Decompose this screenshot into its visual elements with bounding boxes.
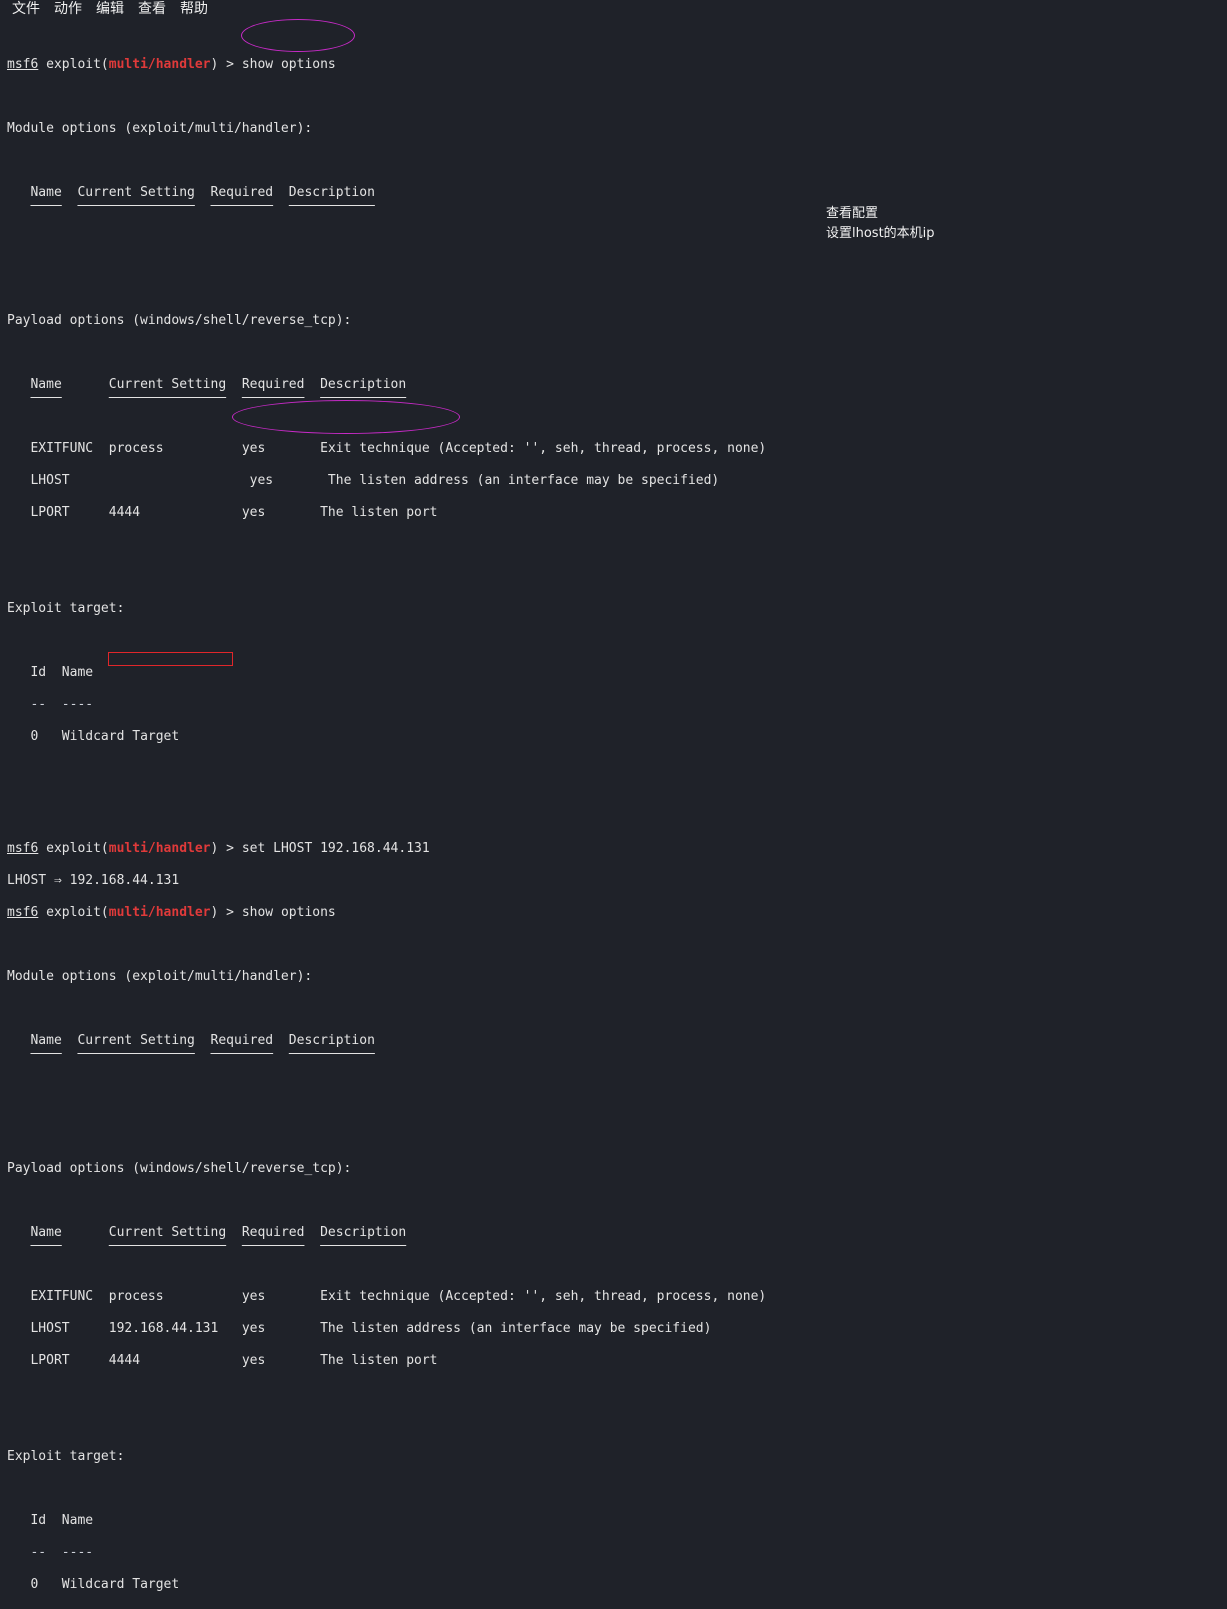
table-row: LPORT 4444 yes The listen port — [30, 505, 438, 520]
target-separator-row: -- ---- — [30, 697, 94, 712]
menu-file[interactable]: 文件 — [12, 0, 40, 18]
annotation-note-view-config: 查看配置 — [826, 206, 879, 221]
terminal-output[interactable]: msf6 exploit(multi/handler) > show optio… — [7, 25, 766, 1609]
payload-header-row: Name Current Setting Required Descriptio… — [30, 377, 407, 392]
section-title: Payload options (windows/shell/reverse_t… — [7, 313, 352, 328]
target-row: 0 Wildcard Target — [30, 729, 180, 744]
table-row: LPORT 4444 yes The listen port — [30, 1353, 438, 1368]
target-header-row: Id Name — [30, 1513, 94, 1528]
table-row: EXITFUNC process yes Exit technique (Acc… — [30, 1289, 767, 1304]
table-row: LHOST yes The listen address (an interfa… — [30, 473, 720, 488]
menu-view[interactable]: 查看 — [138, 0, 166, 18]
payload-header-row: Name Current Setting Required Descriptio… — [30, 1225, 407, 1240]
prompt-line: msf6 exploit(multi/handler) > show optio… — [7, 905, 336, 920]
annotation-oval-set-lhost — [232, 400, 460, 434]
module-header-row: Name Current Setting Required Descriptio… — [30, 185, 375, 200]
menu-edit[interactable]: 编辑 — [96, 0, 124, 18]
table-row: EXITFUNC process yes Exit technique (Acc… — [30, 441, 767, 456]
target-header-row: Id Name — [30, 665, 94, 680]
prompt-line: msf6 exploit(multi/handler) > set LHOST … — [7, 841, 430, 856]
menu-help[interactable]: 帮助 — [180, 0, 208, 18]
menu-bar: 文件 动作 编辑 查看 帮助 — [0, 0, 1227, 18]
module-header-row: Name Current Setting Required Descriptio… — [30, 1033, 375, 1048]
annotation-oval-show-options — [241, 19, 355, 52]
section-title: Module options (exploit/multi/handler): — [7, 969, 313, 984]
section-title: Exploit target: — [7, 1449, 125, 1464]
section-title: Exploit target: — [7, 601, 125, 616]
menu-action[interactable]: 动作 — [54, 0, 82, 18]
target-row: 0 Wildcard Target — [30, 1577, 180, 1592]
target-separator-row: -- ---- — [30, 1545, 94, 1560]
command-text: show options — [241, 905, 336, 920]
section-title: Module options (exploit/multi/handler): — [7, 121, 313, 136]
command-text: set LHOST 192.168.44.131 — [241, 841, 430, 856]
section-title: Payload options (windows/shell/reverse_t… — [7, 1161, 352, 1176]
annotation-rect-lhost-value — [108, 652, 233, 666]
command-result: LHOST ⇒ 192.168.44.131 — [7, 873, 180, 888]
table-row: LHOST 192.168.44.131 yes The listen addr… — [30, 1321, 712, 1336]
prompt-line: msf6 exploit(multi/handler) > show optio… — [7, 57, 336, 72]
command-text: show options — [241, 57, 336, 72]
annotation-note-set-lhost: 设置lhost的本机ip — [826, 226, 935, 241]
